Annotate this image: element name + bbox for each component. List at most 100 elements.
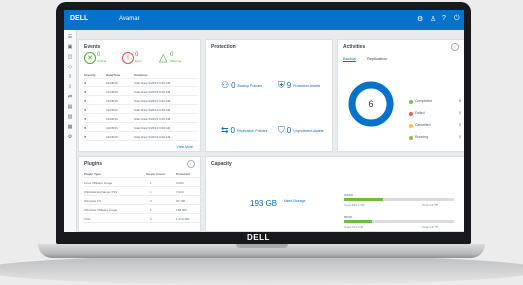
view-more-link[interactable]: View More bbox=[177, 145, 193, 149]
info-icon[interactable]: i bbox=[451, 43, 459, 51]
plugin-type: Total bbox=[84, 217, 91, 221]
capacity-track bbox=[344, 198, 454, 201]
capacity-total: Total 1.9 TB bbox=[422, 225, 438, 229]
critical-label: Critical bbox=[97, 59, 107, 63]
severity-icon: ● bbox=[84, 134, 87, 139]
legend-value: 0 bbox=[459, 135, 461, 139]
activities-title: Activities bbox=[343, 44, 366, 50]
legend-item[interactable]: Failed 0 bbox=[409, 110, 461, 118]
replication-count: 0 bbox=[230, 126, 235, 135]
dashboard-icon[interactable]: ▣ bbox=[67, 44, 73, 50]
laptop-brand: DELL bbox=[247, 233, 270, 242]
plugin-protected: 20,700 bbox=[176, 199, 186, 203]
replication-icon: ⇆ bbox=[221, 125, 229, 135]
laptop-shadow bbox=[0, 255, 523, 285]
backup-icon[interactable]: ⇧ bbox=[67, 74, 73, 80]
legend-value: 0 bbox=[459, 123, 461, 127]
tab-replication[interactable]: Replication bbox=[367, 56, 387, 61]
plugin-server-count: 6 bbox=[150, 217, 152, 221]
plugin-protected: 7,900 bbox=[176, 190, 184, 194]
info-icon[interactable]: i bbox=[187, 160, 195, 168]
legend-item[interactable]: Cancelled 0 bbox=[409, 122, 461, 130]
legend-item[interactable]: Completed 6 bbox=[409, 98, 461, 106]
used-storage-label: Used Storage bbox=[284, 199, 306, 203]
event-date: 10/28/19 bbox=[106, 90, 118, 94]
table-row[interactable]: ● 10/28/19 Start Date 5/26/19 6:00 AM bbox=[84, 115, 198, 123]
table-row[interactable]: ● 10/28/19 Start Date 5/26/19 6:00 AM bbox=[84, 97, 198, 105]
error-count: 0 bbox=[135, 52, 139, 58]
policy-icon[interactable]: ◇ bbox=[67, 64, 73, 70]
legend-dot bbox=[409, 112, 413, 116]
dell-logo: DELL bbox=[70, 15, 89, 22]
severity-icon: ● bbox=[84, 116, 87, 121]
unprotected-shield-icon: ⛉ bbox=[278, 125, 285, 135]
tab-backup[interactable]: Backup bbox=[343, 56, 357, 62]
top-bar: DELL Avamar ⚙ ♙ ? ⏻ bbox=[64, 10, 464, 30]
severity-icon: ● bbox=[84, 98, 87, 103]
replication-policies-stat[interactable]: ⇆ 0 Replication Policies bbox=[221, 125, 267, 136]
legend-label: Completed bbox=[415, 99, 432, 103]
table-row: Total 6 1,170,300 bbox=[84, 215, 204, 223]
legend-item[interactable]: Running 0 bbox=[409, 134, 461, 142]
table-row[interactable]: ● 10/28/19 Start Date 5/26/19 6:00 AM bbox=[84, 133, 198, 141]
settings-icon[interactable]: ⚙ bbox=[67, 134, 73, 140]
plugin-protected: 3,000 bbox=[176, 181, 184, 185]
unprotected-count: 0 bbox=[286, 126, 292, 135]
plugins-card: Plugins i Plugin Type Server Count Prote… bbox=[78, 156, 204, 232]
critical-count: 0 bbox=[97, 52, 101, 58]
legend-value: 0 bbox=[459, 111, 461, 115]
assets-icon[interactable]: ◫ bbox=[67, 54, 73, 60]
legend-dot bbox=[409, 136, 413, 140]
event-summary: Start Date 5/26/19 6:00 AM bbox=[134, 126, 171, 130]
unprotected-assets-stat[interactable]: ⛉ 0 Unprotected Assets bbox=[278, 125, 324, 136]
warning-label: Warning bbox=[170, 59, 182, 63]
report-icon[interactable]: ▦ bbox=[67, 124, 73, 130]
events-header: Severity Date/Time Summary bbox=[84, 71, 198, 79]
activities-card: Activities i Backup Replication 6 Comple… bbox=[337, 39, 464, 152]
backup-policies-stat[interactable]: ⚇ 0 Backup Policies bbox=[221, 80, 262, 91]
table-row[interactable]: ● 10/28/19 Start Date 5/26/19 6:00 AM bbox=[84, 124, 198, 132]
server-icon[interactable]: ▥ bbox=[67, 114, 73, 120]
capacity-used: Used 41.9 GB bbox=[344, 225, 363, 229]
table-row[interactable]: ● 10/28/19 Start Date 5/26/19 6:00 AM bbox=[84, 79, 198, 87]
backup-count: 0 bbox=[231, 81, 236, 90]
replication-label: Replication Policies bbox=[237, 128, 268, 133]
col-severity: Severity bbox=[84, 73, 96, 77]
legend-dot bbox=[409, 100, 413, 104]
legend-label: Running bbox=[415, 135, 429, 139]
table-row: Windows VMware Image 1 138,900 bbox=[84, 206, 204, 214]
legend-label: Failed bbox=[415, 111, 425, 115]
plugin-type: Linux VMware Image bbox=[84, 181, 113, 185]
shield-icon: ⛨ bbox=[278, 80, 285, 90]
critical-icon: ✕ bbox=[84, 52, 96, 64]
plugin-server-count: 3 bbox=[150, 199, 152, 203]
protected-count: 9 bbox=[286, 81, 292, 90]
gear-icon[interactable]: ⚙ bbox=[417, 15, 423, 23]
col-plugin-type: Plugin Type bbox=[84, 172, 101, 176]
event-summary: Start Date 5/26/19 6:00 AM bbox=[134, 90, 171, 94]
user-icon[interactable]: ♙ bbox=[430, 15, 436, 23]
plugin-protected: 1,170,300 bbox=[176, 217, 190, 221]
event-summary: Start Date 5/26/19 6:00 AM bbox=[134, 108, 171, 112]
donut-total: 6 bbox=[368, 99, 373, 109]
capacity-fill bbox=[344, 220, 372, 223]
legend-label: Cancelled bbox=[415, 123, 431, 127]
table-row[interactable]: ● 10/28/19 Start Date 5/26/19 6:00 AM bbox=[84, 106, 198, 114]
power-icon[interactable]: ⏻ bbox=[454, 15, 460, 23]
severity-icon: ● bbox=[84, 125, 87, 130]
warning-icon: △ bbox=[159, 52, 168, 64]
protected-assets-stat[interactable]: ⛨ 9 Protection Assets bbox=[278, 80, 320, 91]
laptop-notch bbox=[236, 244, 288, 248]
menu-icon[interactable]: ☰ bbox=[67, 34, 73, 40]
plugins-header: Plugin Type Server Count Protected bbox=[84, 170, 204, 178]
events-title: Events bbox=[84, 44, 101, 50]
capacity-used: Used 193.9 GB bbox=[344, 203, 365, 207]
replication-icon[interactable]: ⇄ bbox=[67, 94, 73, 100]
monitor-icon[interactable]: ▤ bbox=[67, 104, 73, 110]
col-server-count: Server Count bbox=[146, 172, 165, 176]
restore-icon[interactable]: ⇩ bbox=[67, 84, 73, 90]
table-row[interactable]: ● 10/28/19 Start Date 5/26/19 6:00 AM bbox=[84, 88, 198, 96]
legend-dot bbox=[409, 124, 413, 128]
help-icon[interactable]: ? bbox=[442, 15, 446, 22]
backup-icon: ⚇ bbox=[221, 80, 230, 90]
